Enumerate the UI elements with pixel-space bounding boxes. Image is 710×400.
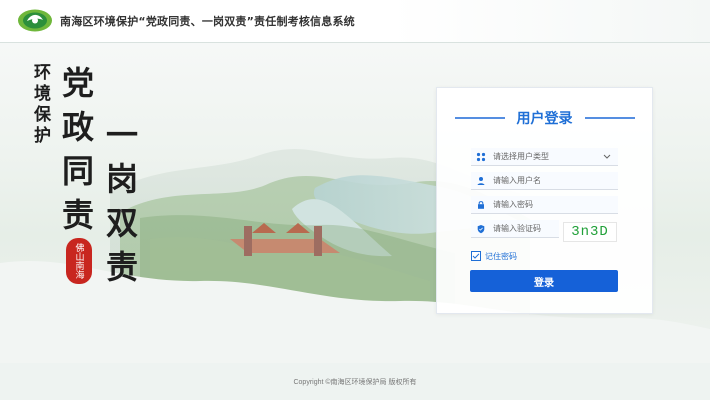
red-seal: 佛山南海 (66, 238, 92, 284)
remember-password[interactable]: 记住密码 (471, 250, 517, 262)
password-field[interactable]: 请输入密码 (471, 196, 618, 214)
footer-copyright: Copyright ©南海区环境保护局 版权所有 (293, 378, 417, 386)
slogan-environment: 环境保护 (34, 63, 51, 146)
user-icon (475, 175, 487, 187)
site-title: 南海区环境保护“党政同责、一岗双责”责任制考核信息系统 (60, 15, 355, 28)
username-placeholder: 请输入用户名 (493, 176, 541, 185)
user-type-placeholder: 请选择用户类型 (493, 152, 549, 161)
captcha-image[interactable]: 3n3D (563, 222, 617, 242)
title-divider-right (584, 117, 635, 119)
captcha-input[interactable]: 请输入验证码 (471, 220, 559, 238)
login-title: 用户登录 (516, 111, 573, 127)
chevron-down-icon[interactable] (602, 152, 612, 162)
apps-icon (475, 151, 487, 163)
shield-icon (475, 223, 487, 235)
login-button[interactable]: 登录 (470, 270, 618, 292)
remember-label: 记住密码 (485, 251, 517, 261)
password-placeholder: 请输入密码 (493, 200, 533, 209)
login-title-row: 用户登录 (437, 108, 652, 128)
slogan-one-post: 一岗双责 (106, 116, 139, 286)
checkbox-icon[interactable] (471, 251, 481, 261)
username-field[interactable]: 请输入用户名 (471, 172, 618, 190)
environment-logo-icon (18, 9, 52, 32)
captcha-placeholder: 请输入验证码 (493, 224, 541, 233)
header-bar: 南海区环境保护“党政同责、一岗双责”责任制考核信息系统 (0, 0, 710, 43)
title-divider-left (454, 117, 505, 119)
login-card: 用户登录 请选择用户类型 请输入用户名 请输入密码 请输入验证码 3n3D 记住… (436, 87, 653, 314)
lock-icon (475, 199, 487, 211)
user-type-select[interactable]: 请选择用户类型 (471, 148, 618, 166)
slogan-party-government: 党政同责 (62, 64, 95, 234)
